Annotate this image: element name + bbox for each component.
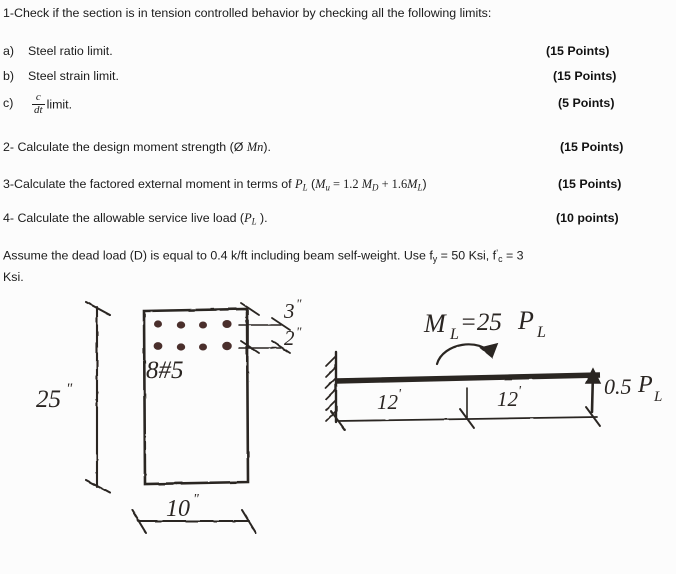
svg-text:L: L	[449, 326, 459, 343]
svg-text:0.5: 0.5	[604, 374, 632, 399]
question-4-math-pl: P	[244, 211, 252, 225]
question-3-text-c: )	[422, 177, 427, 191]
height-label: 25	[36, 386, 61, 413]
question-2-text: 2- Calculate the design moment strength …	[3, 140, 271, 156]
question-1a-points: (15 Points)	[546, 44, 610, 58]
assumption-text-a: Assume the dead load (D) is equal to 0.4…	[3, 248, 433, 263]
question-1-prompt: 1-Check if the section is in tension con…	[3, 6, 492, 20]
question-1b-text: Steel strain limit.	[28, 69, 119, 83]
assumption-line-1: Assume the dead load (D) is equal to 0.4…	[3, 248, 524, 265]
svg-text:L: L	[536, 324, 546, 341]
question-3-text: 3-Calculate the factored external moment…	[3, 177, 427, 194]
width-dimension-line	[131, 509, 257, 534]
question-1c-marker: c)	[3, 96, 14, 110]
beam-member	[335, 372, 601, 384]
question-2-math-mn: Mn	[246, 140, 264, 154]
rebar-dots-row-1	[154, 320, 232, 329]
question-3-points: (15 Points)	[558, 177, 622, 191]
span-right-label: 12	[497, 387, 519, 411]
moment-arrow	[435, 342, 499, 366]
question-3-text-b: (	[307, 177, 316, 191]
question-1c-fraction-and-text: c dt limit.	[30, 91, 73, 117]
assumption-text-c: = 3	[502, 248, 524, 263]
question-1b-marker: b)	[3, 69, 15, 83]
span-left-label: 12	[377, 390, 399, 414]
question-2-points: (15 Points)	[560, 140, 624, 154]
moment-label: M L =25 P L	[423, 306, 546, 343]
question-3-math-mu: M	[315, 177, 326, 191]
reaction-force-arrow	[584, 367, 602, 414]
svg-text:P: P	[637, 372, 653, 398]
question-1a-text: Steel ratio limit.	[28, 44, 113, 58]
question-1a-marker: a)	[3, 44, 15, 58]
span-right-unit: '	[518, 384, 522, 399]
question-3-text-a: 3-Calculate the factored external moment…	[3, 177, 296, 191]
load-label: 0.5 P L	[604, 372, 662, 405]
question-3-math-eq: = 1.2	[329, 177, 362, 191]
question-3-math-ml: M	[407, 177, 418, 191]
assumption-text-b: = 50 Ksi, f	[437, 248, 497, 263]
question-sheet-page: 1-Check if the section is in tension con…	[0, 0, 676, 574]
question-1c-points: (5 Points)	[558, 96, 615, 110]
question-1c-text: limit.	[46, 97, 73, 112]
span-dimension-line	[330, 387, 601, 431]
question-3-math-pl: P	[295, 177, 303, 191]
svg-text:M: M	[423, 309, 447, 338]
question-1b-points: (15 Points)	[553, 69, 617, 83]
question-4-text-a: 4- Calculate the allowable service live …	[3, 211, 245, 225]
question-3-math-md: M	[361, 177, 373, 191]
svg-text:L: L	[653, 389, 662, 405]
cover-top-unit: "	[296, 296, 302, 311]
question-4-points: (10 points)	[556, 211, 619, 225]
spacing-label: 2	[284, 326, 295, 350]
height-dimension-line	[84, 300, 112, 495]
question-3-math-plus: + 1.6	[378, 177, 408, 191]
cover-dimension-leaders	[238, 302, 291, 357]
question-4-text: 4- Calculate the allowable service live …	[3, 211, 268, 228]
spacing-unit: "	[296, 324, 302, 339]
question-4-text-b: ).	[256, 211, 268, 225]
fraction-numerator: c	[35, 91, 41, 103]
svg-text:P: P	[517, 306, 534, 335]
question-2-text-b: ).	[263, 140, 271, 154]
c-over-dt-fraction: c dt	[32, 91, 45, 117]
fraction-denominator: dt	[34, 104, 43, 117]
span-left-unit: '	[398, 387, 402, 402]
rebar-label: 8#5	[146, 357, 184, 384]
assumption-line-2: Ksi.	[3, 270, 24, 284]
width-unit: "	[193, 492, 199, 507]
svg-text:=25: =25	[460, 309, 502, 336]
question-2-text-a: 2- Calculate the design moment strength …	[3, 140, 247, 154]
cover-top-label: 3	[283, 299, 295, 323]
height-unit: "	[66, 381, 73, 397]
width-label: 10	[166, 496, 190, 522]
rebar-dots-row-2	[153, 341, 232, 351]
concrete-section-outline	[142, 307, 250, 486]
hand-drawn-diagrams: 25 " 8#5 3 " 2 " 10 " M L =25 P L 12 ' 1…	[36, 296, 662, 534]
fixed-support	[325, 350, 338, 424]
